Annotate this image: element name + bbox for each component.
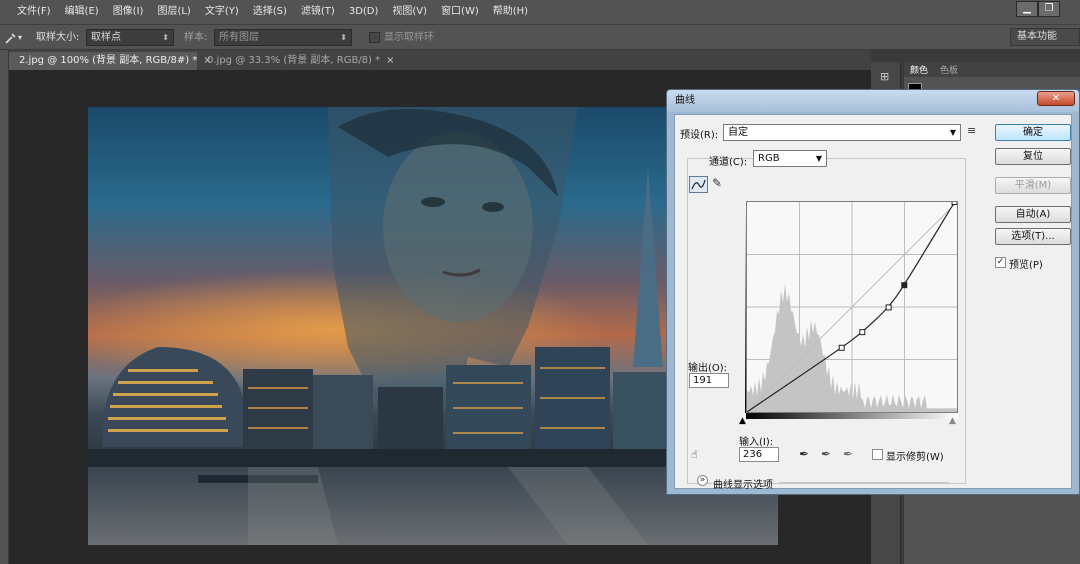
menu-3d[interactable]: 3D(D) xyxy=(342,0,386,24)
expand-chevron-icon[interactable]: » xyxy=(697,475,708,486)
divider xyxy=(779,482,949,483)
black-eyedropper-icon[interactable]: ✒ xyxy=(799,447,809,461)
options-button[interactable]: 选项(T)... xyxy=(995,228,1071,245)
preset-value: 自定 xyxy=(728,127,748,138)
channel-label: 通道(C): xyxy=(709,157,748,168)
chevron-down-icon: ▼ xyxy=(815,154,822,163)
pencil-icon[interactable]: ✎ xyxy=(712,176,722,190)
document-tab-bar: 2.jpg @ 100% (背景 副本, RGB/8#) * × 0.jpg @ … xyxy=(9,50,871,70)
ok-button[interactable]: 确定 xyxy=(995,124,1071,141)
white-eyedropper-icon[interactable]: ✒ xyxy=(843,447,853,461)
tab-document-2[interactable]: 2.jpg @ 100% (背景 副本, RGB/8#) * × xyxy=(9,52,212,70)
sample-size-value: 取样点 xyxy=(91,32,121,43)
input-label: 输入(I): xyxy=(739,437,774,448)
display-options-label[interactable]: 曲线显示选项 xyxy=(713,476,773,491)
menu-help[interactable]: 帮助(H) xyxy=(486,0,535,24)
history-icon[interactable]: ⊞ xyxy=(880,70,889,83)
show-clipping-label: 显示修剪(W) xyxy=(886,452,944,463)
curve-point xyxy=(885,304,892,311)
curve-edit-points-button[interactable] xyxy=(689,176,708,193)
preset-select[interactable]: 自定 ▼ xyxy=(723,124,961,141)
sample-size-label: 取样大小: xyxy=(36,32,80,43)
curve-plot[interactable] xyxy=(746,199,958,413)
menu-layer[interactable]: 图层(L) xyxy=(150,0,197,24)
channel-value: RGB xyxy=(758,153,780,164)
select-arrow-icon: ⬍ xyxy=(340,33,347,42)
menu-select[interactable]: 选择(S) xyxy=(246,0,294,24)
options-bar: ▾ 取样大小: 取样点 ⬍ 样本: 所有图层 ⬍ 显示取样环 xyxy=(0,24,1080,50)
chevron-down-icon: ▼ xyxy=(949,128,956,137)
curve-icon xyxy=(691,179,706,190)
sample-select[interactable]: 所有图层 ⬍ xyxy=(214,29,352,46)
white-point-slider-icon[interactable]: ▲ xyxy=(949,416,956,426)
tool-preset-arrow-icon[interactable]: ▾ xyxy=(18,25,22,50)
channel-select[interactable]: RGB ▼ xyxy=(753,150,827,167)
show-ring-label: 显示取样环 xyxy=(384,32,434,43)
tab-document-0[interactable]: 0.jpg @ 33.3% (背景 副本, RGB/8) * × xyxy=(197,52,395,70)
sample-label: 样本: xyxy=(184,32,208,43)
tab-label: 0.jpg @ 33.3% (背景 副本, RGB/8) * xyxy=(207,55,381,66)
curve-point xyxy=(951,199,958,205)
curves-dialog: 曲线 ✕ 预设(R): 自定 ▼ ≡ 通道(C): RGB ▼ ✎ ▲ ▲ 输出 xyxy=(666,89,1080,495)
show-clipping-checkbox[interactable] xyxy=(872,449,883,460)
tab-label: 2.jpg @ 100% (背景 副本, RGB/8#) * xyxy=(19,55,198,66)
output-label: 输出(O): xyxy=(688,363,728,374)
color-panel-tabs: 颜色 色板 xyxy=(904,62,1080,77)
curve-point xyxy=(859,329,866,336)
menu-view[interactable]: 视图(V) xyxy=(385,0,434,24)
menu-window[interactable]: 窗口(W) xyxy=(434,0,486,24)
menu-filter[interactable]: 滤镜(T) xyxy=(294,0,342,24)
curve-point xyxy=(901,282,908,289)
preset-options-icon[interactable]: ≡ xyxy=(967,124,976,137)
tools-panel xyxy=(0,50,9,564)
output-field[interactable]: 191 xyxy=(689,373,729,388)
auto-button[interactable]: 自动(A) xyxy=(995,206,1071,223)
smooth-button[interactable]: 平滑(M) xyxy=(995,177,1071,194)
minimize-button[interactable]: ▁ xyxy=(1016,1,1038,17)
menu-edit[interactable]: 编辑(E) xyxy=(58,0,106,24)
dialog-title: 曲线 xyxy=(675,95,695,106)
preview-checkbox[interactable]: ✓ xyxy=(995,257,1006,268)
input-field[interactable]: 236 xyxy=(739,447,779,462)
targeted-adjustment-hand-icon[interactable]: ☝ xyxy=(691,448,698,461)
reset-button[interactable]: 复位 xyxy=(995,148,1071,165)
select-arrow-icon: ⬍ xyxy=(162,33,169,42)
input-gradient-bar xyxy=(746,413,958,419)
sample-value: 所有图层 xyxy=(219,32,259,43)
menu-image[interactable]: 图像(I) xyxy=(106,0,151,24)
tab-swatches[interactable]: 色板 xyxy=(940,63,958,76)
preview-label: 预览(P) xyxy=(1009,260,1043,271)
close-icon[interactable]: × xyxy=(386,55,394,66)
dialog-close-button[interactable]: ✕ xyxy=(1037,91,1075,106)
dialog-body: 预设(R): 自定 ▼ ≡ 通道(C): RGB ▼ ✎ ▲ ▲ 输出(O): … xyxy=(674,114,1072,491)
show-ring-checkbox[interactable] xyxy=(369,32,380,43)
tab-color[interactable]: 颜色 xyxy=(910,63,928,76)
menu-type[interactable]: 文字(Y) xyxy=(198,0,246,24)
menu-file[interactable]: 文件(F) xyxy=(10,0,58,24)
restore-button[interactable]: ❐ xyxy=(1038,1,1060,17)
dialog-title-bar[interactable]: 曲线 ✕ xyxy=(667,90,1079,112)
black-point-slider-icon[interactable]: ▲ xyxy=(739,416,746,426)
preset-label: 预设(R): xyxy=(680,130,719,141)
workspace-switcher[interactable]: 基本功能 xyxy=(1010,28,1080,46)
curve-point xyxy=(838,344,845,351)
gray-eyedropper-icon[interactable]: ✒ xyxy=(821,447,831,461)
menu-bar: 文件(F) 编辑(E) 图像(I) 图层(L) 文字(Y) 选择(S) 滤镜(T… xyxy=(0,0,1080,24)
curve-graph[interactable] xyxy=(746,199,958,413)
sample-size-select[interactable]: 取样点 ⬍ xyxy=(86,29,174,46)
